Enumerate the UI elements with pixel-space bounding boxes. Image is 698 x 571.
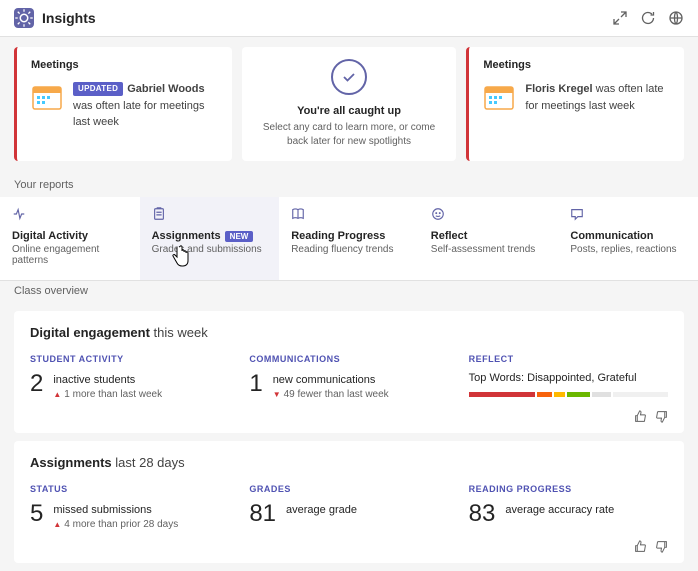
tab-title: Assignments [152,230,221,242]
stat-heading: READING PROGRESS [469,484,668,494]
stat-number: 2 [30,372,43,396]
reflect-top-words: Top Words: Disappointed, Grateful [469,372,668,384]
status-stat[interactable]: STATUS 5 missed submissions 4 more than … [30,484,229,530]
digital-engagement-panel: Digital engagement this week STUDENT ACT… [14,311,684,433]
spotlight-card-left[interactable]: Meetings UPDATEDGabriel Woods was often … [14,47,232,161]
tab-title: Reflect [431,230,468,242]
tab-subtitle: Reading fluency trends [291,244,407,255]
insights-app-icon [14,8,34,28]
spotlight-cards: Meetings UPDATEDGabriel Woods was often … [0,37,698,175]
thumbs-down-icon[interactable] [655,410,668,423]
app-header: Insights [0,0,698,37]
spotlight-title: Meetings [483,59,670,71]
your-reports-label: Your reports [0,175,698,197]
spotlight-title: Meetings [31,59,218,71]
tab-title: Reading Progress [291,230,385,242]
header-actions [612,10,684,26]
feedback-actions [30,410,668,423]
class-overview-label: Class overview [0,281,698,303]
thumbs-up-icon[interactable] [634,540,647,553]
refresh-icon[interactable] [640,10,656,26]
stat-number: 81 [249,502,276,526]
thumbs-down-icon[interactable] [655,540,668,553]
tab-communication[interactable]: Communication Posts, replies, reactions [558,197,698,280]
panel-title: Assignments last 28 days [30,455,668,470]
tab-title: Digital Activity [12,230,88,242]
stat-trend: 4 more than prior 28 days [53,519,178,530]
stat-heading: COMMUNICATIONS [249,354,448,364]
tab-reading-progress[interactable]: Reading Progress Reading fluency trends [279,197,419,280]
spotlight-text: Floris Kregel was often late for meeting… [525,81,670,114]
student-activity-stat[interactable]: STUDENT ACTIVITY 2 inactive students 1 m… [30,354,229,400]
stat-number: 83 [469,502,496,526]
tab-reflect[interactable]: Reflect Self-assessment trends [419,197,559,280]
stat-heading: GRADES [249,484,448,494]
reflect-icon [431,207,445,221]
feedback-actions [30,540,668,553]
reading-progress-stat[interactable]: READING PROGRESS 83 average accuracy rat… [469,484,668,530]
tab-subtitle: Self-assessment trends [431,244,547,255]
reflect-stat[interactable]: REFLECT Top Words: Disappointed, Gratefu… [469,354,668,400]
communications-stat[interactable]: COMMUNICATIONS 1 new communications 49 f… [249,354,448,400]
thumbs-up-icon[interactable] [634,410,647,423]
panel-title: Digital engagement this week [30,325,668,340]
globe-icon[interactable] [668,10,684,26]
chat-icon [570,207,584,221]
stat-description: average accuracy rate [505,502,614,516]
report-tabs: Digital Activity Online engagement patte… [0,197,698,281]
spotlight-card-center: You're all caught up Select any card to … [242,47,457,161]
calendar-icon [483,81,515,113]
tab-digital-activity[interactable]: Digital Activity Online engagement patte… [0,197,140,280]
activity-icon [12,207,26,221]
tab-assignments[interactable]: Assignments NEW Grades and submissions [140,197,280,280]
caught-up-title: You're all caught up [297,105,401,117]
assignment-icon [152,207,166,221]
stat-description: average grade [286,502,357,516]
updated-badge: UPDATED [73,82,123,96]
spotlight-text: UPDATEDGabriel Woods was often late for … [73,81,218,131]
stat-heading: STUDENT ACTIVITY [30,354,229,364]
expand-icon[interactable] [612,10,628,26]
tab-subtitle: Online engagement patterns [12,244,128,266]
reflect-bar-chart [469,392,668,397]
stat-description: new communications [273,372,389,386]
checkmark-circle-icon [331,59,367,95]
page-title: Insights [42,10,96,26]
header-left: Insights [14,8,96,28]
tab-subtitle: Posts, replies, reactions [570,244,686,255]
stat-number: 1 [249,372,262,396]
stat-description: inactive students [53,372,162,386]
tab-title: Communication [570,230,653,242]
stat-trend: 49 fewer than last week [273,389,389,400]
stat-trend: 1 more than last week [53,389,162,400]
spotlight-card-right[interactable]: Meetings Floris Kregel was often late fo… [466,47,684,161]
calendar-icon [31,81,63,113]
stat-number: 5 [30,502,43,526]
book-icon [291,207,305,221]
stat-heading: STATUS [30,484,229,494]
assignments-panel: Assignments last 28 days STATUS 5 missed… [14,441,684,563]
stat-heading: REFLECT [469,354,668,364]
tab-subtitle: Grades and submissions [152,244,268,255]
caught-up-subtitle: Select any card to learn more, or come b… [256,121,443,149]
grades-stat[interactable]: GRADES 81 average grade [249,484,448,530]
stat-description: missed submissions [53,502,178,516]
new-badge: NEW [225,231,254,242]
